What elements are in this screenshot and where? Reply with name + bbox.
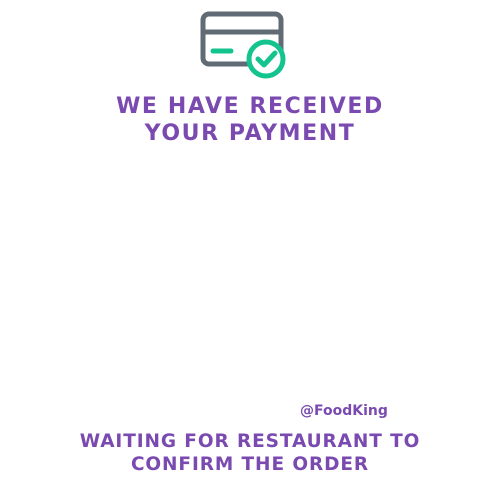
order-status-line1: WAITING FOR RESTAURANT TO <box>79 431 421 452</box>
payment-title-line1: WE HAVE RECEIVED <box>116 94 384 119</box>
order-status-message: WAITING FOR RESTAURANT TO CONFIRM THE OR… <box>0 430 500 476</box>
payment-received-title: WE HAVE RECEIVED YOUR PAYMENT <box>0 93 500 147</box>
order-status-line2: CONFIRM THE ORDER <box>130 454 370 475</box>
credit-card-check-icon <box>200 11 286 79</box>
brand-handle: @FoodKing <box>300 403 388 419</box>
payment-title-line2: YOUR PAYMENT <box>144 121 356 146</box>
